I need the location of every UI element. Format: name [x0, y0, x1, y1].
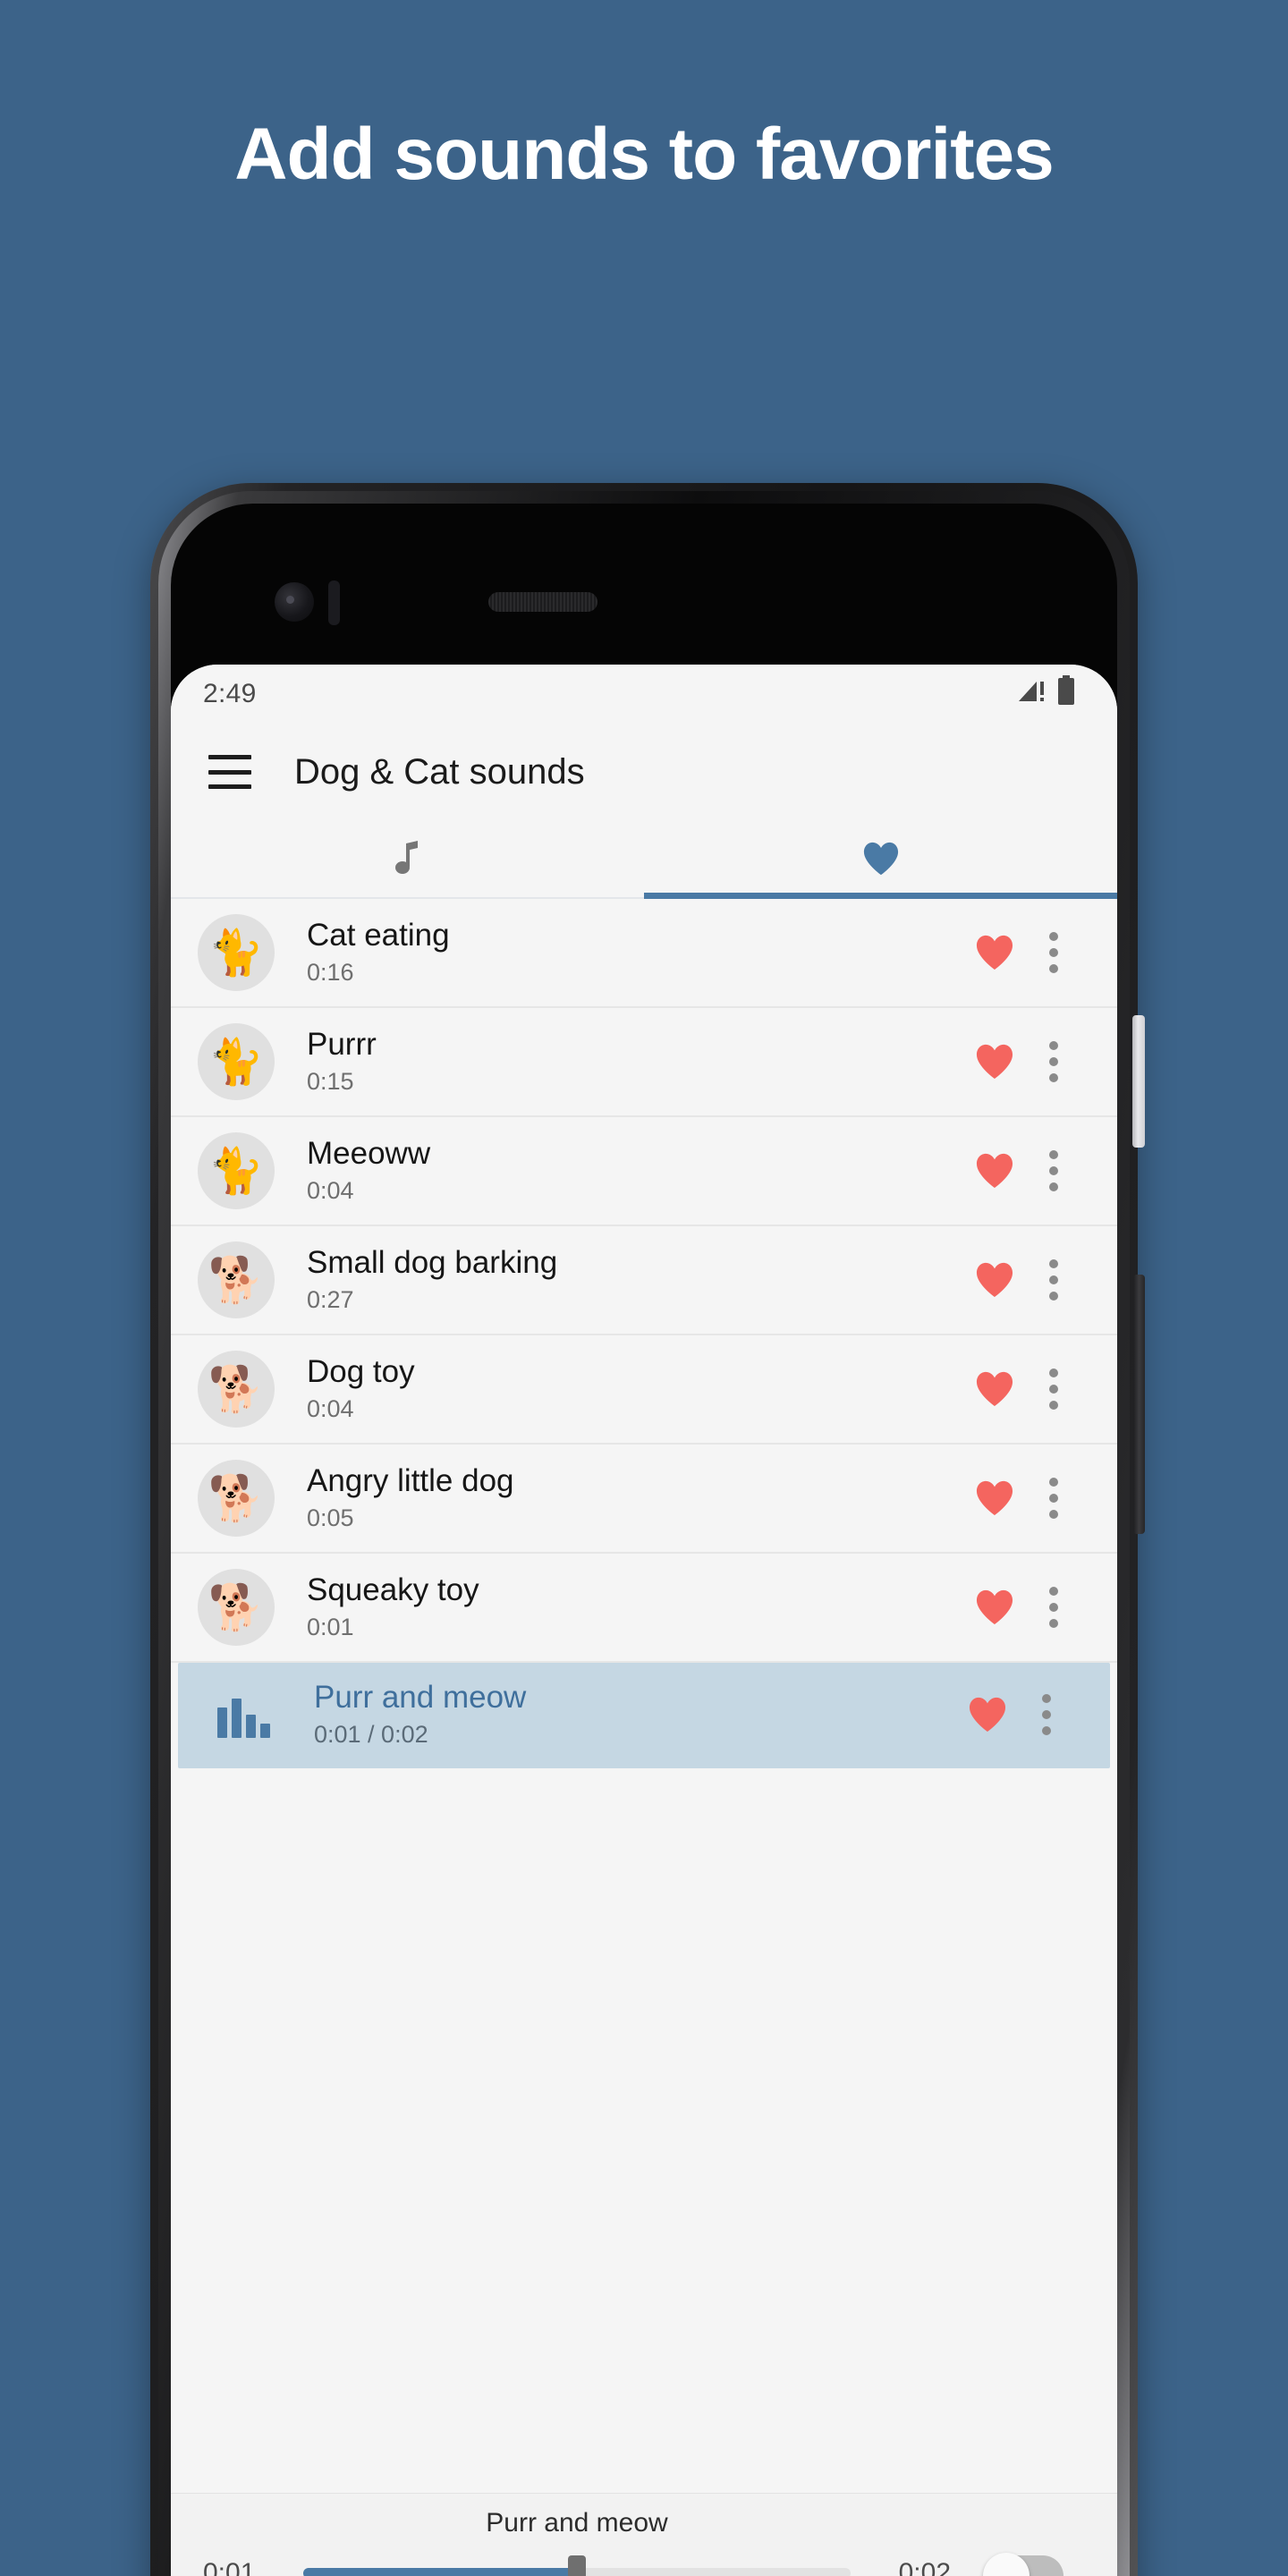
row-texts: Purr and meow 0:01 / 0:02: [314, 1680, 956, 1749]
status-icons: [1017, 674, 1076, 710]
tab-bar: [171, 824, 1117, 899]
repeat-control: Repeat: [958, 2553, 1092, 2576]
sound-duration: 0:16: [307, 959, 354, 987]
sound-duration: 0:04: [307, 1177, 354, 1205]
row-texts: Dog toy 0:04: [307, 1354, 963, 1423]
cat-orange-icon: 🐈: [198, 1023, 275, 1100]
favorite-button[interactable]: [963, 1589, 1026, 1626]
hamburger-menu-icon[interactable]: [208, 755, 251, 789]
dog-doberman-icon: 🐕: [198, 1569, 275, 1646]
row-texts: Purrr 0:15: [307, 1027, 963, 1096]
row-texts: Angry little dog 0:05: [307, 1463, 963, 1532]
table-row[interactable]: 🐕 Dog toy 0:04: [171, 1335, 1117, 1445]
sound-title: Purr and meow: [314, 1680, 527, 1716]
kebab-menu-icon[interactable]: [1026, 932, 1081, 973]
row-texts: Cat eating 0:16: [307, 918, 963, 987]
sound-title: Meeoww: [307, 1136, 431, 1172]
sound-duration: 0:27: [307, 1286, 354, 1314]
kebab-menu-icon[interactable]: [1026, 1587, 1081, 1628]
status-bar: 2:49: [171, 665, 1117, 720]
promo-headline: Add sounds to favorites: [234, 114, 1055, 195]
now-playing-title: Purr and meow: [486, 2508, 668, 2538]
signal-warning-icon: [1017, 676, 1047, 709]
kebab-menu-icon[interactable]: [1026, 1368, 1081, 1410]
app-viewport: 2:49 Dog & Cat sounds 🐈 Cat eating 0:16 …: [171, 665, 1117, 2576]
sound-title: Squeaky toy: [307, 1572, 479, 1608]
front-camera-icon: [275, 582, 314, 622]
favorite-button[interactable]: [963, 1370, 1026, 1408]
table-row[interactable]: 🐕 Angry little dog 0:05: [171, 1445, 1117, 1554]
favorite-button[interactable]: [963, 1479, 1026, 1517]
seek-slider-fill: [303, 2568, 577, 2576]
table-row[interactable]: 🐈 Purrr 0:15: [171, 1008, 1117, 1117]
table-row-playing[interactable]: Purr and meow 0:01 / 0:02: [178, 1663, 1110, 1768]
favorite-button[interactable]: [963, 1152, 1026, 1190]
player-bar: Purr and meow 0:01 0:02 Repeat: [171, 2493, 1117, 2576]
kebab-menu-icon[interactable]: [1026, 1150, 1081, 1191]
table-row[interactable]: 🐕 Squeaky toy 0:01: [171, 1554, 1117, 1663]
kebab-menu-icon[interactable]: [1019, 1694, 1074, 1735]
total-time: 0:02: [898, 2558, 951, 2576]
battery-full-icon: [1056, 674, 1076, 710]
cat-sitting-icon: 🐈: [198, 1132, 275, 1209]
status-time: 2:49: [203, 679, 257, 708]
phone-screen: 2:49 Dog & Cat sounds 🐈 Cat eating 0:16 …: [171, 504, 1117, 2576]
volume-rocker[interactable]: [1133, 1275, 1145, 1534]
kebab-menu-icon[interactable]: [1026, 1259, 1081, 1301]
sound-title: Angry little dog: [307, 1463, 514, 1499]
player-controls: 0:01 0:02: [203, 2555, 1085, 2576]
dog-schnauzer-icon: 🐕: [198, 1241, 275, 1318]
sound-duration: 0:15: [307, 1068, 354, 1096]
phone-device: 2:49 Dog & Cat sounds 🐈 Cat eating 0:16 …: [150, 483, 1145, 2576]
dog-schnauzer-icon: 🐕: [198, 1460, 275, 1537]
tab-favorites[interactable]: [644, 824, 1117, 897]
dog-boxer-icon: 🐕: [198, 1351, 275, 1428]
sound-duration: 0:04: [307, 1395, 354, 1423]
seek-slider[interactable]: [303, 2555, 851, 2576]
sound-title: Purrr: [307, 1027, 377, 1063]
kebab-menu-icon[interactable]: [1026, 1041, 1081, 1082]
row-texts: Meeoww 0:04: [307, 1136, 963, 1205]
elapsed-time: 0:01: [203, 2558, 256, 2576]
equalizer-icon: [205, 1691, 282, 1738]
seek-slider-thumb[interactable]: [568, 2555, 586, 2576]
power-button[interactable]: [1132, 1015, 1145, 1148]
sound-list[interactable]: 🐈 Cat eating 0:16 🐈 Purrr 0:15 🐈 Meeoww …: [171, 899, 1117, 2493]
repeat-toggle[interactable]: [983, 2553, 1063, 2576]
page-title: Dog & Cat sounds: [294, 751, 585, 792]
favorite-button[interactable]: [963, 1043, 1026, 1080]
sound-duration: 0:05: [307, 1504, 354, 1532]
sound-title: Small dog barking: [307, 1245, 558, 1281]
table-row[interactable]: 🐕 Small dog barking 0:27: [171, 1226, 1117, 1335]
row-texts: Squeaky toy 0:01: [307, 1574, 963, 1640]
table-row[interactable]: 🐈 Meeoww 0:04: [171, 1117, 1117, 1226]
favorite-button[interactable]: [963, 934, 1026, 971]
tab-active-indicator: [644, 893, 1117, 899]
app-bar: Dog & Cat sounds: [171, 720, 1117, 824]
table-row[interactable]: 🐈 Cat eating 0:16: [171, 899, 1117, 1008]
heart-icon: [861, 841, 901, 881]
phone-bezel: 2:49 Dog & Cat sounds 🐈 Cat eating 0:16 …: [158, 491, 1130, 2576]
sound-duration: 0:01: [307, 1614, 354, 1641]
repeat-toggle-thumb: [983, 2553, 1030, 2576]
cat-sitting-icon: 🐈: [198, 914, 275, 991]
sound-title: Cat eating: [307, 918, 450, 953]
row-texts: Small dog barking 0:27: [307, 1245, 963, 1314]
sound-progress: 0:01 / 0:02: [314, 1721, 428, 1749]
sound-title: Dog toy: [307, 1354, 415, 1390]
kebab-menu-icon[interactable]: [1026, 1478, 1081, 1519]
tab-all-sounds[interactable]: [171, 824, 644, 897]
earpiece-speaker-icon: [488, 592, 597, 612]
favorite-button[interactable]: [956, 1696, 1019, 1733]
favorite-button[interactable]: [963, 1261, 1026, 1299]
proximity-sensor-icon: [328, 580, 340, 625]
music-note-icon: [394, 840, 421, 882]
